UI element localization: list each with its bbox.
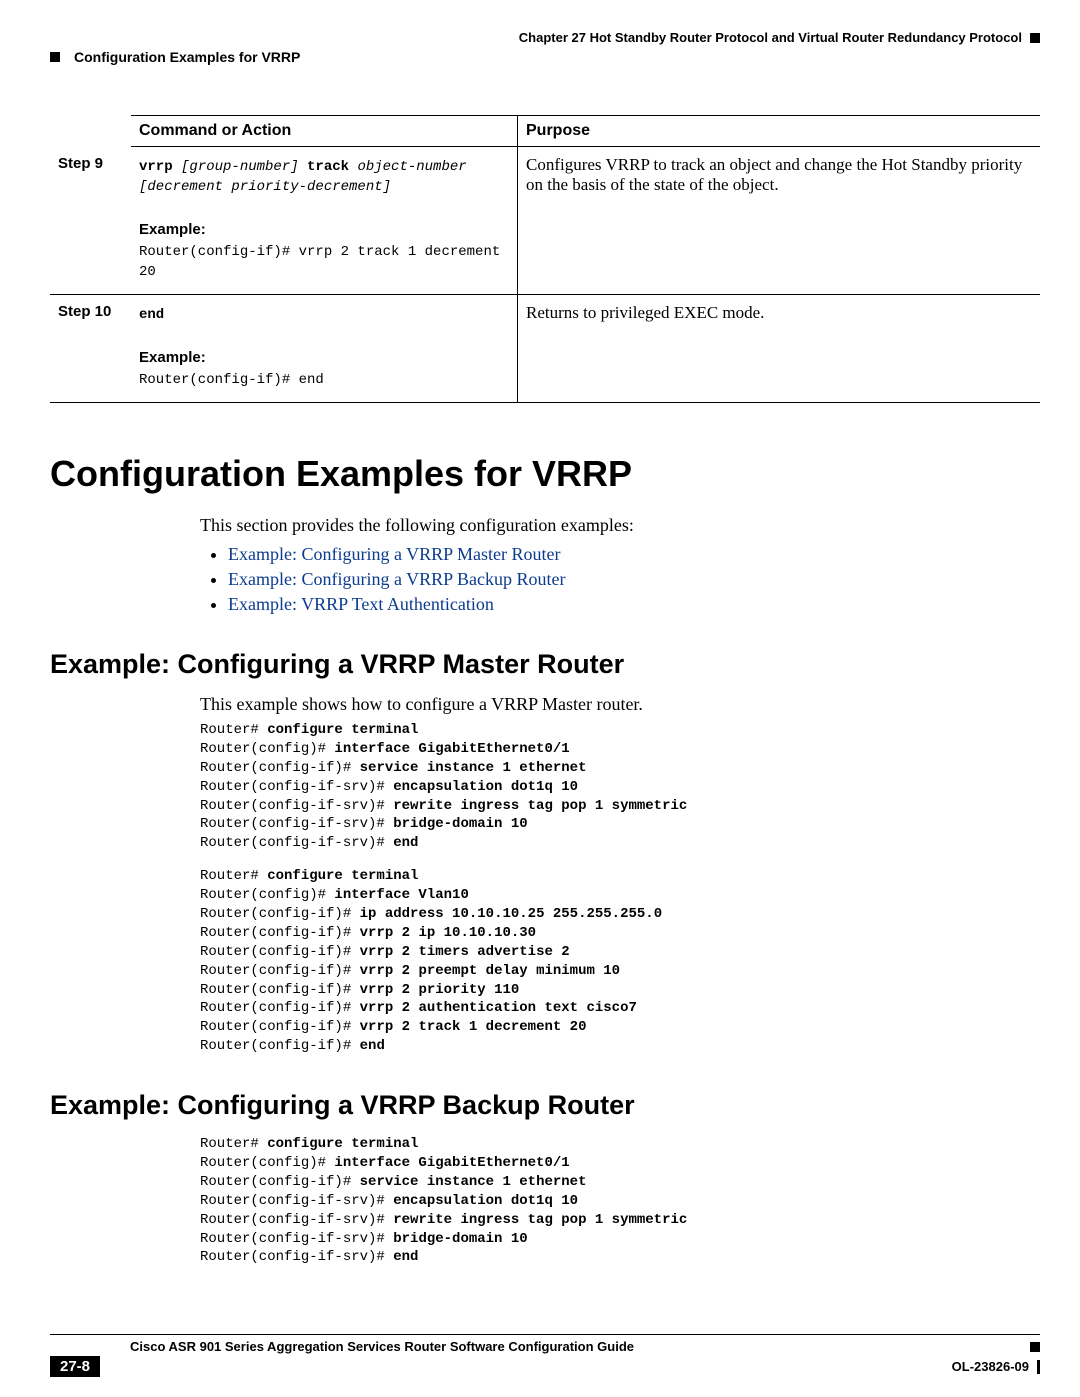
- page-number-badge: 27-8: [50, 1356, 100, 1377]
- config-block: Router# configure terminal Router(config…: [200, 1135, 1040, 1267]
- list-item: Example: Configuring a VRRP Master Route…: [228, 544, 1040, 565]
- command-steps-table: Command or Action Purpose Step 9 vrrp [g…: [50, 115, 1040, 403]
- purpose-cell: Returns to privileged EXEC mode.: [518, 295, 1041, 403]
- command-cell: vrrp [group-number] track object-number …: [131, 147, 518, 295]
- doc-number: OL-23826-09: [952, 1359, 1029, 1374]
- table-row: Step 9 vrrp [group-number] track object-…: [50, 147, 1040, 295]
- example-link[interactable]: Example: Configuring a VRRP Master Route…: [228, 544, 560, 564]
- example-links-list: Example: Configuring a VRRP Master Route…: [200, 544, 1040, 615]
- footer-guide-title: Cisco ASR 901 Series Aggregation Service…: [50, 1339, 1022, 1354]
- breadcrumb-text: Configuration Examples for VRRP: [74, 49, 300, 65]
- example-description: This example shows how to configure a VR…: [200, 694, 1040, 715]
- list-item: Example: VRRP Text Authentication: [228, 594, 1040, 615]
- command-cell: end Example: Router(config-if)# end: [131, 295, 518, 403]
- table-row: Step 10 end Example: Router(config-if)# …: [50, 295, 1040, 403]
- subsection-heading: Example: Configuring a VRRP Master Route…: [50, 649, 1040, 680]
- col-purpose: Purpose: [518, 116, 1041, 147]
- step-label: Step 10: [50, 295, 131, 403]
- running-header: Chapter 27 Hot Standby Router Protocol a…: [50, 30, 1040, 45]
- example-code: Router(config-if)# end: [139, 372, 324, 388]
- config-block: Router# configure terminal Router(config…: [200, 721, 1040, 853]
- config-block: Router# configure terminal Router(config…: [200, 867, 1040, 1056]
- chapter-title: Chapter 27 Hot Standby Router Protocol a…: [519, 30, 1022, 45]
- list-item: Example: Configuring a VRRP Backup Route…: [228, 569, 1040, 590]
- step-label: Step 9: [50, 147, 131, 295]
- section-breadcrumb: Configuration Examples for VRRP: [50, 49, 1040, 65]
- header-end-marker: [1030, 33, 1040, 43]
- subsection-heading: Example: Configuring a VRRP Backup Route…: [50, 1090, 1040, 1121]
- footer-end-marker: [1037, 1360, 1040, 1374]
- example-code: Router(config-if)# vrrp 2 track 1 decrem…: [139, 244, 500, 280]
- example-link[interactable]: Example: VRRP Text Authentication: [228, 594, 494, 614]
- example-link[interactable]: Example: Configuring a VRRP Backup Route…: [228, 569, 565, 589]
- col-command: Command or Action: [131, 116, 518, 147]
- breadcrumb-marker: [50, 52, 60, 62]
- page-footer: Cisco ASR 901 Series Aggregation Service…: [50, 1334, 1040, 1377]
- intro-paragraph: This section provides the following conf…: [200, 515, 1040, 615]
- section-heading: Configuration Examples for VRRP: [50, 453, 1040, 495]
- example-label: Example:: [139, 221, 509, 238]
- footer-marker: [1030, 1342, 1040, 1352]
- example-label: Example:: [139, 349, 509, 366]
- purpose-cell: Configures VRRP to track an object and c…: [518, 147, 1041, 295]
